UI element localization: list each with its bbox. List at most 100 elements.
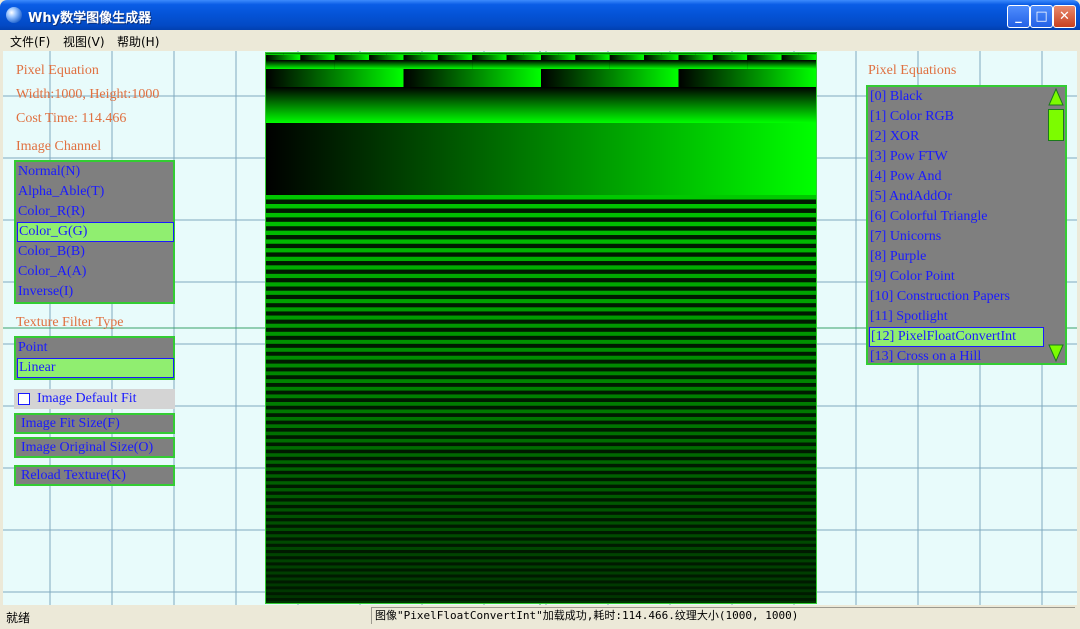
stripe-band	[266, 521, 816, 525]
pattern-block	[266, 69, 404, 87]
pattern-block	[575, 55, 610, 60]
minimize-button[interactable]: _	[1007, 5, 1030, 28]
scroll-thumb[interactable]	[1048, 109, 1064, 141]
stripe-band	[266, 221, 816, 227]
status-ready: 就绪	[6, 611, 31, 625]
pattern-block	[369, 55, 404, 60]
filter-linear[interactable]: Linear	[17, 358, 174, 378]
stripe-band	[266, 488, 816, 492]
pattern-block	[523, 53, 541, 55]
stripe-band	[266, 514, 816, 519]
image-size-label: Width:1000, Height:1000	[16, 87, 160, 102]
channel-color-a[interactable]: Color_A(A)	[17, 262, 172, 282]
pattern-block	[386, 53, 404, 55]
stripe-band	[266, 446, 816, 450]
pattern-block	[266, 60, 335, 69]
generated-image[interactable]	[265, 52, 817, 604]
pattern-block	[334, 55, 370, 60]
pattern-block	[747, 60, 816, 69]
scroll-up-arrow-icon[interactable]	[1048, 88, 1064, 106]
stripe-band	[266, 265, 816, 270]
stripe-band	[266, 204, 816, 209]
stripe-band	[266, 394, 816, 399]
equation-cross-on-a-hill[interactable]: [13] Cross on a Hill	[869, 347, 1046, 367]
stripe-band	[266, 290, 816, 295]
pattern-block	[334, 53, 352, 55]
stripe-band	[266, 595, 816, 599]
equation-black[interactable]: [0] Black	[869, 87, 1046, 107]
equation-pow-ftw[interactable]: [3] Pow FTW	[869, 147, 1046, 167]
pattern-block	[472, 55, 507, 60]
status-message: 图像"PixelFloatConvertInt"加载成功,耗时:114.466.…	[371, 607, 1075, 624]
channel-color-g[interactable]: Color_G(G)	[17, 222, 174, 242]
pattern-block	[541, 69, 679, 87]
channel-listbox[interactable]: Normal(N) Alpha_Able(T) Color_R(R) Color…	[14, 160, 175, 304]
menu-view[interactable]: 视图(V)	[63, 33, 105, 50]
stripe-band	[266, 553, 816, 557]
pattern-block	[351, 53, 370, 55]
equation-color-point[interactable]: [9] Color Point	[869, 267, 1046, 287]
equations-listbox[interactable]: [0] Black [1] Color RGB [2] XOR [3] Pow …	[866, 85, 1067, 365]
equation-color-rgb[interactable]: [1] Color RGB	[869, 107, 1046, 127]
stripe-band	[266, 546, 816, 551]
pattern-block	[626, 53, 645, 55]
default-fit-checkbox[interactable]: Image Default Fit	[14, 389, 175, 409]
stripe-band	[266, 379, 816, 383]
app-window: Why数学图像生成器 _ □ ✕ 文件(F) 视图(V) 帮助(H) Pixel…	[0, 0, 1080, 629]
stripe-band	[266, 307, 816, 312]
pattern-block	[609, 60, 679, 69]
stripe-band	[266, 534, 816, 538]
stripe-band	[266, 559, 816, 563]
checkbox-square-icon[interactable]	[18, 393, 30, 405]
stripe-band	[266, 508, 816, 512]
fit-size-button[interactable]: Image Fit Size(F)	[14, 413, 175, 434]
pattern-block	[764, 53, 782, 55]
channel-color-r[interactable]: Color_R(R)	[17, 202, 172, 222]
maximize-button[interactable]: □	[1030, 5, 1053, 28]
channel-normal[interactable]: Normal(N)	[17, 162, 172, 182]
equation-pixel-float-convert-int[interactable]: [12] PixelFloatConvertInt	[869, 327, 1044, 347]
filter-listbox[interactable]: Point Linear	[14, 336, 175, 380]
pattern-block	[369, 53, 387, 55]
stripe-band	[266, 540, 816, 544]
pattern-block	[334, 60, 404, 69]
close-button[interactable]: ✕	[1053, 5, 1076, 28]
reload-texture-button[interactable]: Reload Texture(K)	[14, 465, 175, 486]
equation-purple[interactable]: [8] Purple	[869, 247, 1046, 267]
equation-pow-and[interactable]: [4] Pow And	[869, 167, 1046, 187]
scroll-down-arrow-icon[interactable]	[1048, 344, 1064, 362]
equation-and-add-or[interactable]: [5] AndAddOr	[869, 187, 1046, 207]
channel-inverse[interactable]: Inverse(I)	[17, 282, 172, 302]
stripe-band	[266, 527, 816, 532]
stripe-band	[266, 481, 816, 485]
pattern-block	[403, 69, 541, 87]
equation-colorful-triangle[interactable]: [6] Colorful Triangle	[869, 207, 1046, 227]
stripe-band	[266, 331, 816, 336]
stripe-band	[266, 230, 816, 236]
pattern-block	[472, 60, 541, 69]
pattern-block	[266, 87, 541, 123]
pattern-block	[644, 55, 679, 60]
title-bar[interactable]: Why数学图像生成器 _ □ ✕	[0, 0, 1080, 30]
channel-color-b[interactable]: Color_B(B)	[17, 242, 172, 262]
original-size-button[interactable]: Image Original Size(O)	[14, 437, 175, 458]
menu-help[interactable]: 帮助(H)	[117, 33, 159, 50]
pattern-block	[712, 55, 748, 60]
equation-spotlight[interactable]: [11] Spotlight	[869, 307, 1046, 327]
channel-alpha-able[interactable]: Alpha_Able(T)	[17, 182, 172, 202]
stripe-band	[266, 212, 816, 218]
menu-file[interactable]: 文件(F)	[10, 33, 50, 50]
stripe-band	[266, 438, 816, 443]
equations-scrollbar[interactable]	[1047, 87, 1065, 363]
pattern-block	[300, 55, 335, 60]
pattern-block	[403, 53, 421, 55]
pattern-block	[712, 53, 731, 55]
filter-point[interactable]: Point	[17, 338, 172, 358]
pixel-equation-heading: Pixel Equation	[16, 63, 99, 78]
pattern-block	[541, 60, 610, 69]
equation-unicorns[interactable]: [7] Unicorns	[869, 227, 1046, 247]
status-bar: 就绪 图像"PixelFloatConvertInt"加载成功,耗时:114.4…	[3, 606, 1077, 626]
window-title: Why数学图像生成器	[28, 11, 152, 26]
equation-xor[interactable]: [2] XOR	[869, 127, 1046, 147]
equation-construction-papers[interactable]: [10] Construction Papers	[869, 287, 1046, 307]
